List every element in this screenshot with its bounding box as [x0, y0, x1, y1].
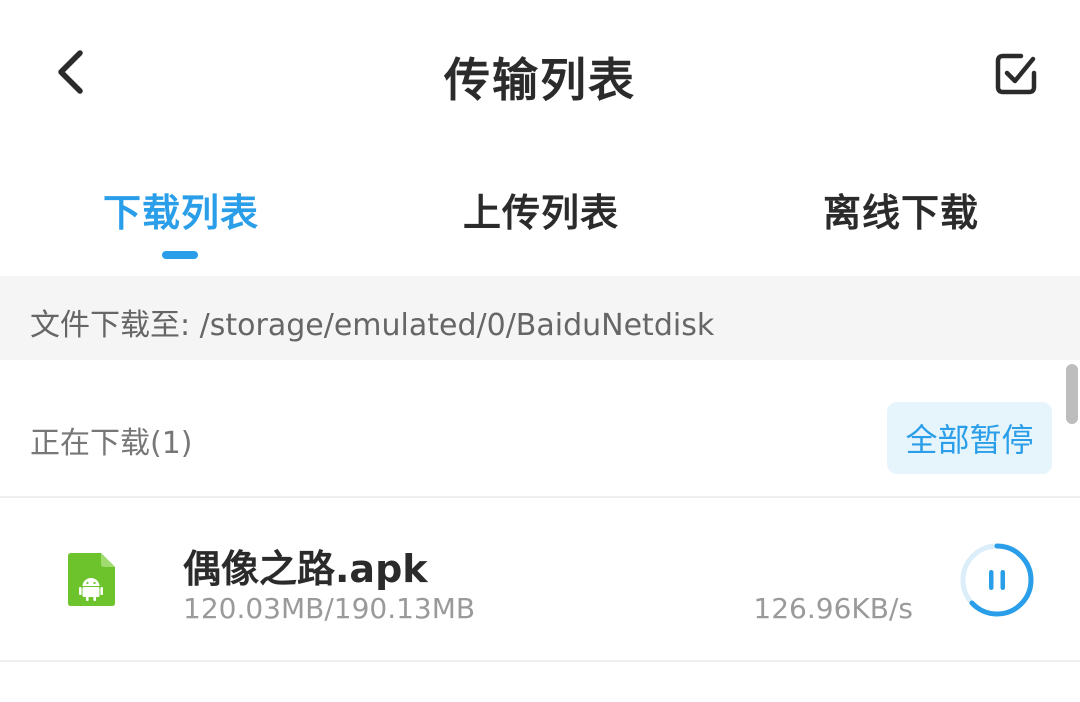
- download-path-text: 文件下载至: /storage/emulated/0/BaiduNetdisk: [30, 308, 715, 343]
- checkbox-icon: [995, 53, 1037, 95]
- download-path-bar: 文件下载至: /storage/emulated/0/BaiduNetdisk: [0, 276, 1080, 360]
- file-name: 偶像之路.apk: [183, 547, 428, 591]
- downloading-count: 正在下载(1): [30, 426, 193, 461]
- file-size-progress: 120.03MB/190.13MB: [183, 592, 476, 625]
- page-title: 传输列表: [444, 53, 636, 107]
- pause-icon: [989, 570, 1005, 590]
- pause-all-button[interactable]: 全部暂停: [887, 402, 1052, 474]
- android-apk-icon: [68, 553, 115, 606]
- progress-ring: [960, 543, 1034, 617]
- tab-bar: 下载列表 上传列表 离线下载: [0, 160, 1080, 276]
- pause-download-button[interactable]: [958, 541, 1036, 619]
- multi-select-button[interactable]: [986, 44, 1046, 104]
- tab-download-list[interactable]: 下载列表: [103, 182, 259, 237]
- download-item[interactable]: 偶像之路.apk 120.03MB/190.13MB 126.96KB/s: [0, 498, 1080, 662]
- top-bar: 传输列表: [0, 0, 1080, 150]
- download-speed: 126.96KB/s: [753, 592, 913, 625]
- active-tab-indicator: [162, 251, 198, 259]
- tab-upload-list[interactable]: 上传列表: [463, 182, 619, 237]
- tab-offline-download[interactable]: 离线下载: [823, 182, 979, 237]
- scrollbar-thumb[interactable]: [1066, 364, 1078, 424]
